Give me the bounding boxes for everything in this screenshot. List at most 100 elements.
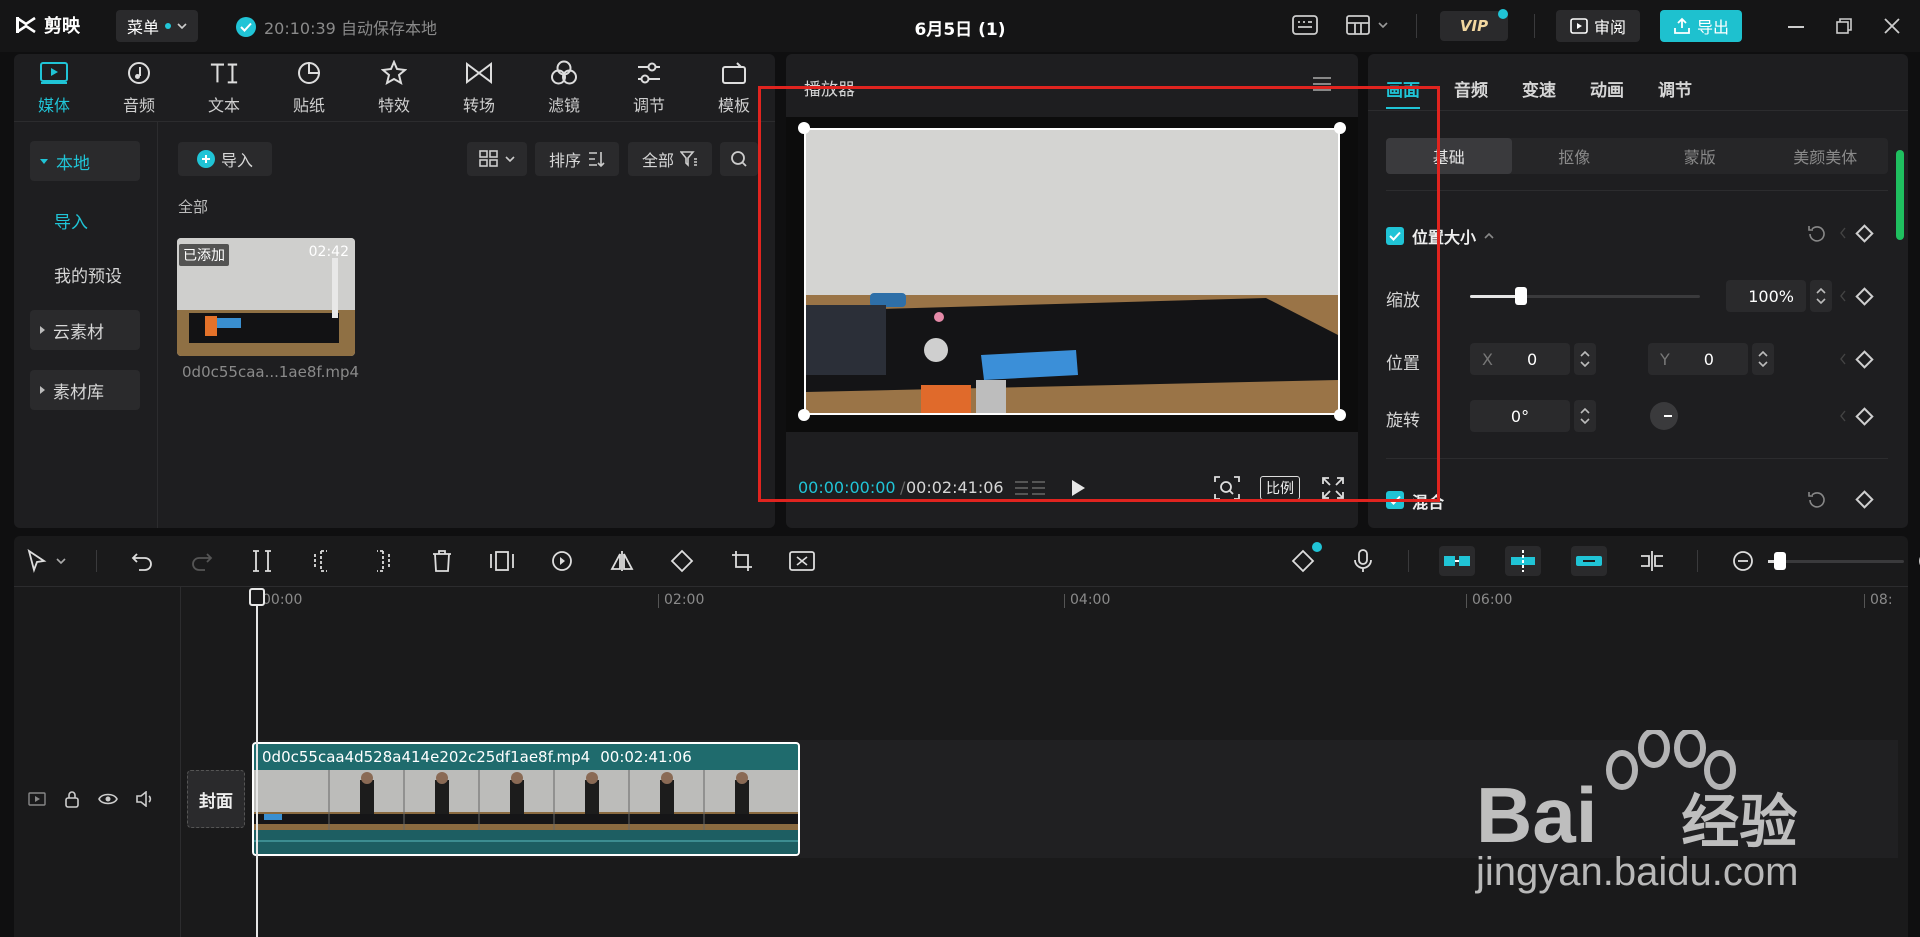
clip-duration: 02:42 xyxy=(308,244,349,260)
playhead-handle[interactable] xyxy=(249,588,265,606)
sort-button[interactable]: 排序 xyxy=(535,142,619,176)
microphone-icon[interactable] xyxy=(1348,546,1378,576)
watermark-brand: Bai xyxy=(1476,771,1598,859)
tab-filter[interactable]: 滤镜 xyxy=(528,58,600,120)
tab-text[interactable]: 文本 xyxy=(188,58,260,120)
app-name: 剪映 xyxy=(44,16,80,37)
menu-label: 菜单 xyxy=(126,18,159,37)
tab-effects[interactable]: 特效 xyxy=(358,58,430,120)
sidebar-label: 我的预设 xyxy=(54,266,122,287)
rotate-icon[interactable] xyxy=(667,546,697,576)
zoom-out-icon[interactable] xyxy=(1728,546,1758,576)
keyframe-nav-left-icon[interactable] xyxy=(1840,290,1846,302)
track-header-divider xyxy=(180,587,181,937)
crop-icon[interactable] xyxy=(727,546,757,576)
position-x-input[interactable]: X 0 xyxy=(1470,343,1570,375)
preview-axis-icon[interactable] xyxy=(1637,546,1667,576)
close-icon[interactable] xyxy=(1884,18,1900,34)
smart-cut-icon[interactable] xyxy=(787,546,817,576)
keyframe-nav-left-icon[interactable] xyxy=(1840,353,1846,365)
position-y-stepper[interactable] xyxy=(1752,343,1774,375)
sidebar-item-cloud[interactable]: 云素材 xyxy=(30,310,140,350)
sticker-icon xyxy=(294,58,324,88)
select-tool-button[interactable] xyxy=(26,549,66,573)
divider xyxy=(1386,190,1888,191)
keyframe-nav-left-icon[interactable] xyxy=(1840,227,1846,239)
cover-button[interactable]: 封面 xyxy=(187,770,245,828)
cursor-icon xyxy=(27,549,47,573)
mirror-icon[interactable] xyxy=(607,546,637,576)
freeze-frame-icon[interactable] xyxy=(487,546,517,576)
delete-icon[interactable] xyxy=(427,546,457,576)
reverse-icon[interactable] xyxy=(547,546,577,576)
filter-button[interactable]: 全部 xyxy=(628,142,712,176)
shortcuts-icon[interactable] xyxy=(1292,14,1318,36)
snap-toggle[interactable] xyxy=(1505,546,1541,576)
trim-left-icon[interactable] xyxy=(307,546,337,576)
zoom-slider-knob[interactable] xyxy=(1774,551,1786,570)
tab-transition[interactable]: 转场 xyxy=(443,58,515,120)
subtab-cutout[interactable]: 抠像 xyxy=(1512,138,1638,174)
transition-icon xyxy=(464,58,494,88)
import-button[interactable]: 导入 xyxy=(178,142,272,176)
subtab-beauty[interactable]: 美颜美体 xyxy=(1763,138,1889,174)
linkage-toggle[interactable] xyxy=(1571,546,1607,576)
speaker-icon[interactable] xyxy=(136,791,154,807)
rotate-input[interactable]: 0° xyxy=(1470,400,1570,432)
added-badge: 已添加 xyxy=(179,244,229,266)
review-button[interactable]: 审阅 xyxy=(1556,10,1640,42)
split-icon[interactable] xyxy=(247,546,277,576)
lock-icon[interactable] xyxy=(64,790,80,808)
scrollbar-thumb[interactable] xyxy=(1896,150,1904,240)
position-y-input[interactable]: Y 0 xyxy=(1648,343,1748,375)
main-track-magnet-toggle[interactable] xyxy=(1439,546,1475,576)
undo-icon[interactable] xyxy=(127,546,157,576)
trim-right-icon[interactable] xyxy=(367,546,397,576)
search-button[interactable] xyxy=(720,142,758,176)
tab-label: 转场 xyxy=(462,96,495,115)
tab-sticker[interactable]: 贴纸 xyxy=(273,58,345,120)
reset-icon[interactable] xyxy=(1808,224,1826,242)
title-bar: 剪映 菜单 20:10:39 自动保存本地 6月5日 (1) VIP 审阅 导出 xyxy=(0,0,1920,52)
tab-label: 贴纸 xyxy=(292,96,325,115)
tab-audio[interactable]: 音频 xyxy=(103,58,175,120)
rotate-stepper[interactable] xyxy=(1574,400,1596,432)
layout-icon[interactable] xyxy=(1346,14,1388,36)
position-x-stepper[interactable] xyxy=(1574,343,1596,375)
sidebar-item-presets[interactable]: 我的预设 xyxy=(44,254,154,294)
tab-adjust[interactable]: 调节 xyxy=(613,58,685,120)
reset-icon[interactable] xyxy=(1808,490,1826,508)
scale-stepper[interactable] xyxy=(1810,280,1832,312)
sidebar-item-import[interactable]: 导入 xyxy=(44,200,154,240)
scale-slider-knob[interactable] xyxy=(1514,287,1527,305)
timeline-toolbar-left xyxy=(26,546,817,576)
scale-input[interactable]: 100% xyxy=(1726,280,1806,312)
sidebar-item-local[interactable]: 本地 xyxy=(30,141,140,181)
keyframe-nav-left-icon[interactable] xyxy=(1840,410,1846,422)
tab-speed[interactable]: 变速 xyxy=(1522,76,1556,109)
zoom-slider[interactable] xyxy=(1768,551,1904,570)
auto-keyframe-icon[interactable] xyxy=(1288,542,1322,576)
media-clip-thumbnail[interactable]: 已添加 02:42 xyxy=(177,238,355,356)
plus-icon xyxy=(196,150,215,168)
tab-label: 音频 xyxy=(122,96,155,115)
tab-animation[interactable]: 动画 xyxy=(1590,76,1624,109)
minimize-icon[interactable] xyxy=(1788,26,1804,28)
tab-media[interactable]: 媒体 xyxy=(18,58,90,120)
scale-slider[interactable] xyxy=(1470,287,1700,305)
eye-icon[interactable] xyxy=(98,792,118,806)
tab-audio-props[interactable]: 音频 xyxy=(1454,76,1488,109)
maximize-icon[interactable] xyxy=(1836,18,1852,34)
clip-duration: 00:02:41:06 xyxy=(600,748,692,766)
divider xyxy=(1534,14,1535,38)
rotation-dial[interactable] xyxy=(1650,402,1678,430)
zoom-in-icon[interactable] xyxy=(1914,546,1920,576)
subtab-mask[interactable]: 蒙版 xyxy=(1637,138,1763,174)
redo-icon[interactable] xyxy=(187,546,217,576)
view-toggle-button[interactable] xyxy=(467,142,527,176)
menu-button[interactable]: 菜单 xyxy=(116,10,198,42)
sidebar-item-library[interactable]: 素材库 xyxy=(30,370,140,410)
tab-adjust-props[interactable]: 调节 xyxy=(1658,76,1692,109)
export-button[interactable]: 导出 xyxy=(1660,10,1742,42)
timeline-video-clip[interactable]: 0d0c55caa4d528a414e202c25df1ae8f.mp4 00:… xyxy=(252,742,800,856)
